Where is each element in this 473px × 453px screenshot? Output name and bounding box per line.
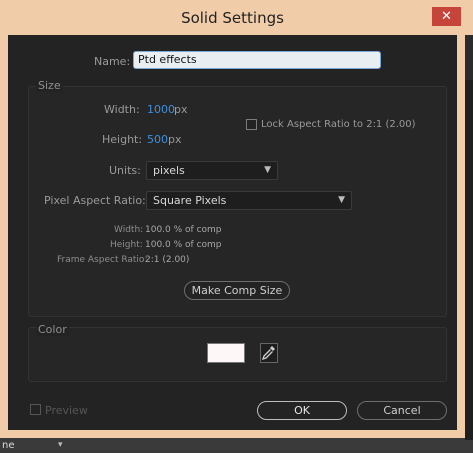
preview-label: Preview xyxy=(45,404,88,417)
info-height-value: 100.0 % of comp xyxy=(145,240,222,250)
solid-settings-dialog: Solid Settings ✕ Name: Ptd effects Size … xyxy=(0,0,465,438)
background-footer-text: ne xyxy=(2,440,15,451)
width-value[interactable]: 1000 xyxy=(147,103,175,116)
units-dropdown[interactable]: pixels ▼ xyxy=(146,161,278,180)
color-swatch[interactable] xyxy=(207,343,245,363)
dialog-title: Solid Settings xyxy=(181,9,284,27)
units-label: Units: xyxy=(109,164,141,177)
height-label: Height: xyxy=(102,133,143,146)
width-unit: px xyxy=(174,103,188,116)
title-bar: Solid Settings ✕ xyxy=(0,0,465,35)
width-label: Width: xyxy=(104,103,140,116)
height-value[interactable]: 500 xyxy=(147,133,168,146)
close-icon: ✕ xyxy=(441,9,452,24)
pixel-aspect-ratio-dropdown[interactable]: Square Pixels ▼ xyxy=(146,191,352,210)
pixel-aspect-ratio-value: Square Pixels xyxy=(153,194,227,207)
info-height-label: Height: xyxy=(110,240,143,250)
ok-button[interactable]: OK xyxy=(257,401,347,420)
info-frame-aspect-value: 2:1 (2.00) xyxy=(145,255,190,265)
size-group-label: Size xyxy=(36,79,63,92)
cancel-button[interactable]: Cancel xyxy=(357,401,447,420)
preview-checkbox[interactable] xyxy=(30,404,41,415)
name-label: Name: xyxy=(94,55,131,68)
eyedropper-icon xyxy=(261,346,275,361)
make-comp-size-button[interactable]: Make Comp Size xyxy=(184,281,290,300)
height-unit: px xyxy=(168,133,182,146)
close-button[interactable]: ✕ xyxy=(432,7,461,26)
lock-aspect-label: Lock Aspect Ratio to 2:1 (2.00) xyxy=(261,119,416,130)
pixel-aspect-ratio-label: Pixel Aspect Ratio: xyxy=(44,194,146,207)
chevron-down-icon: ▼ xyxy=(264,165,271,175)
chevron-down-icon: ▼ xyxy=(338,195,345,205)
units-value: pixels xyxy=(153,164,185,177)
lock-aspect-checkbox[interactable] xyxy=(246,119,257,130)
dialog-body: Name: Ptd effects Size Width: 1000 px Lo… xyxy=(8,35,457,430)
color-group-label: Color xyxy=(36,323,69,336)
name-input[interactable]: Ptd effects xyxy=(133,51,381,69)
eyedropper-button[interactable] xyxy=(260,343,278,363)
info-frame-aspect-label: Frame Aspect Ratio: xyxy=(57,255,148,265)
background-right-strip xyxy=(465,80,473,440)
info-width-label: Width: xyxy=(114,225,144,235)
background-app-bottom xyxy=(0,438,473,453)
background-dropdown-caret-icon: ▾ xyxy=(58,440,63,450)
info-width-value: 100.0 % of comp xyxy=(145,225,222,235)
